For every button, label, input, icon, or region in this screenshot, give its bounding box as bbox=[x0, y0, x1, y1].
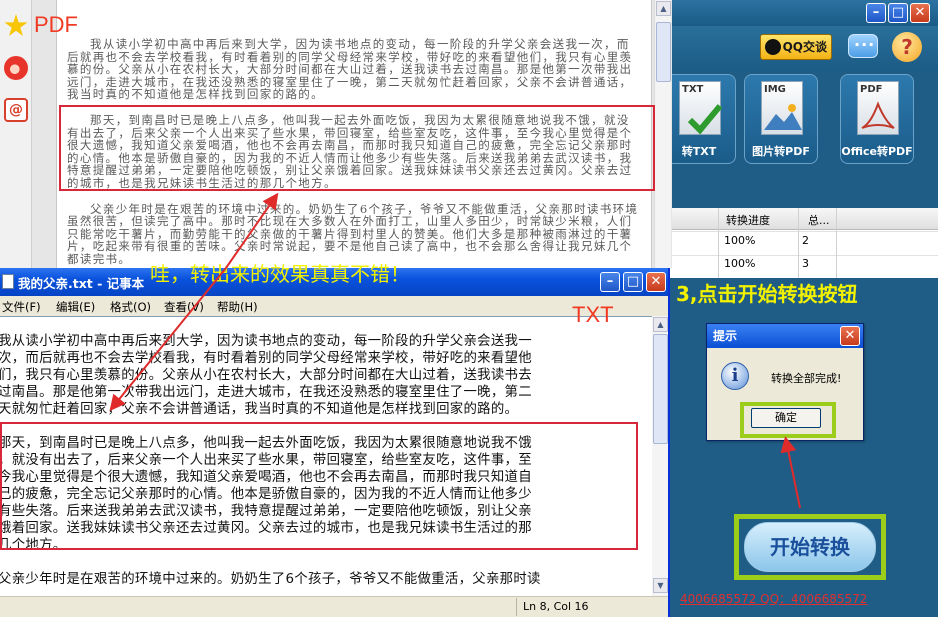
maximize-button[interactable]: □ bbox=[888, 3, 908, 23]
card-ext: TXT bbox=[682, 84, 704, 95]
menu-edit[interactable]: 编辑(E) bbox=[56, 299, 95, 315]
txt-convert-card[interactable]: TXT 转TXT bbox=[662, 74, 736, 164]
minimize-button[interactable]: – bbox=[600, 272, 620, 292]
txt-highlight-frame bbox=[0, 422, 638, 550]
dialog-titlebar: 提示 ✕ bbox=[707, 324, 863, 348]
card-label: 转TXT bbox=[681, 145, 717, 158]
total-cell: 3 bbox=[802, 257, 809, 270]
image-document-icon: IMG bbox=[761, 81, 803, 135]
mail-icon[interactable]: @ bbox=[4, 98, 28, 122]
scroll-thumb[interactable] bbox=[653, 334, 668, 444]
text-line: 过南昌。那是他第一次带我出远门，走进大城市，在我还没熟悉的寝室里住了一晚，第二 bbox=[0, 385, 532, 400]
text-line: 父亲少年时是在艰苦的环境中过来的。奶奶生了6个孩子，爷爷又不能做重活，父亲那时读 bbox=[0, 572, 541, 587]
dialog-close-button[interactable]: ✕ bbox=[840, 326, 860, 346]
text-line: 次，而后就再也不会去学校看我，有时看着别的同学父母经常来学校，带好吃的来看望他 bbox=[0, 351, 532, 366]
qq-chat-button[interactable]: QQ交谈 bbox=[760, 34, 832, 60]
image-to-pdf-card[interactable]: IMG 图片转PDF bbox=[744, 74, 818, 164]
notepad-icon bbox=[2, 274, 14, 289]
scroll-down-arrow[interactable]: ▼ bbox=[653, 578, 668, 593]
converter-titlebar: – □ ✕ bbox=[670, 0, 938, 26]
start-convert-button[interactable]: 开始转换 bbox=[744, 522, 876, 572]
total-cell: 2 bbox=[802, 234, 809, 247]
step-instruction: 3,点击开始转换按钮 bbox=[676, 282, 858, 306]
table-row[interactable]: 100% 2 bbox=[670, 232, 938, 254]
help-icon[interactable]: ? bbox=[892, 32, 922, 62]
scroll-up-arrow[interactable]: ▲ bbox=[653, 317, 668, 332]
qq-icon bbox=[765, 39, 781, 55]
pdf-document-icon: PDF bbox=[857, 81, 899, 135]
progress-cell: 100% bbox=[724, 257, 756, 270]
menu-help[interactable]: 帮助(H) bbox=[217, 299, 258, 315]
txt-document-icon: TXT bbox=[679, 81, 723, 135]
minimize-button[interactable]: – bbox=[866, 3, 886, 23]
card-ext: PDF bbox=[860, 84, 883, 95]
status-bar: Ln 8, Col 16 bbox=[0, 596, 668, 617]
menu-format[interactable]: 格式(O) bbox=[110, 299, 151, 315]
contact-link[interactable]: 4006685572 QQ：4006685572 bbox=[680, 590, 867, 607]
scroll-up-arrow[interactable]: ▲ bbox=[656, 1, 671, 16]
star-icon[interactable] bbox=[4, 14, 28, 36]
cursor-position: Ln 8, Col 16 bbox=[516, 598, 666, 616]
editor-scrollbar[interactable]: ▲ ▼ bbox=[652, 316, 668, 596]
scroll-thumb[interactable] bbox=[656, 22, 671, 82]
progress-cell: 100% bbox=[724, 234, 756, 247]
result-caption: 哇，转出来的效果真真不错！ bbox=[150, 262, 410, 286]
weibo-icon[interactable] bbox=[4, 56, 28, 80]
card-ext: IMG bbox=[764, 84, 786, 95]
office-to-pdf-card[interactable]: PDF Office转PDF bbox=[840, 74, 914, 164]
text-paragraph: 父亲少年时是在艰苦的环境中过来的。奶奶生了6个孩子，爷爷又不能做重活，父亲那时读 bbox=[0, 571, 652, 588]
landscape-icon bbox=[764, 104, 802, 130]
card-label: Office转PDF bbox=[841, 145, 913, 158]
pdf-label: PDF bbox=[34, 12, 78, 37]
menu-view[interactable]: 查看(V) bbox=[164, 299, 204, 315]
close-button[interactable]: ✕ bbox=[646, 272, 666, 292]
dialog-title: 提示 bbox=[713, 329, 738, 343]
text-paragraph: 我从读小学初中高中再后来到大学，因为读书地点的变动，每一阶段的升学父亲会送我一次… bbox=[0, 333, 652, 418]
chat-icon[interactable] bbox=[848, 34, 878, 58]
ok-highlight-frame bbox=[740, 402, 836, 438]
card-label: 图片转PDF bbox=[752, 145, 810, 158]
text-line: 我从读小学初中高中再后来到大学，因为读书地点的变动，每一阶段的升学父亲会送我一 bbox=[0, 334, 532, 349]
info-icon: i bbox=[721, 362, 749, 390]
conversion-list-header: 转换进度 总... bbox=[670, 208, 938, 230]
dialog-message: 转换全部完成! bbox=[771, 372, 842, 385]
acrobat-icon bbox=[861, 101, 895, 129]
pdf-highlight-frame bbox=[59, 105, 655, 191]
notepad-title: 我的父亲.txt - 记事本 bbox=[18, 276, 145, 291]
text-line: 天就匆忙赶着回家，父亲不会讲普通话，我当时真的不知道他是怎样找到回家的路的。 bbox=[0, 402, 519, 417]
close-button[interactable]: ✕ bbox=[910, 3, 930, 23]
total-column-header[interactable]: 总... bbox=[808, 212, 830, 228]
progress-column-header[interactable]: 转换进度 bbox=[726, 212, 770, 228]
qq-chat-label: QQ交谈 bbox=[782, 40, 827, 54]
pdf-paragraph: 我从读小学初中高中再后来到大学，因为读书地点的变动，每一阶段的升学父亲会送我一次… bbox=[67, 37, 633, 102]
menu-file[interactable]: 文件(F) bbox=[2, 299, 41, 315]
txt-label: TXT bbox=[572, 302, 614, 327]
converter-header: QQ交谈 ? bbox=[670, 26, 938, 72]
checkmark-icon bbox=[687, 104, 723, 135]
text-line: 们，我只有心里羡慕的份。父亲从小在农村长大，大部分时间都在大山过着，送我读书去 bbox=[0, 368, 532, 383]
table-row[interactable]: 100% 3 bbox=[670, 255, 938, 277]
menu-bar: 文件(F) 编辑(E) 格式(O) 查看(V) 帮助(H) bbox=[0, 296, 668, 316]
share-sidebar: @ bbox=[0, 0, 32, 268]
maximize-button[interactable]: □ bbox=[623, 272, 643, 292]
pdf-scrollbar[interactable]: ▲ bbox=[654, 0, 671, 268]
pdf-paragraph: 父亲少年时是在艰苦的环境中过来的。奶奶生了6个孩子，爷爷又不能做重活，父亲那时读… bbox=[67, 201, 639, 266]
